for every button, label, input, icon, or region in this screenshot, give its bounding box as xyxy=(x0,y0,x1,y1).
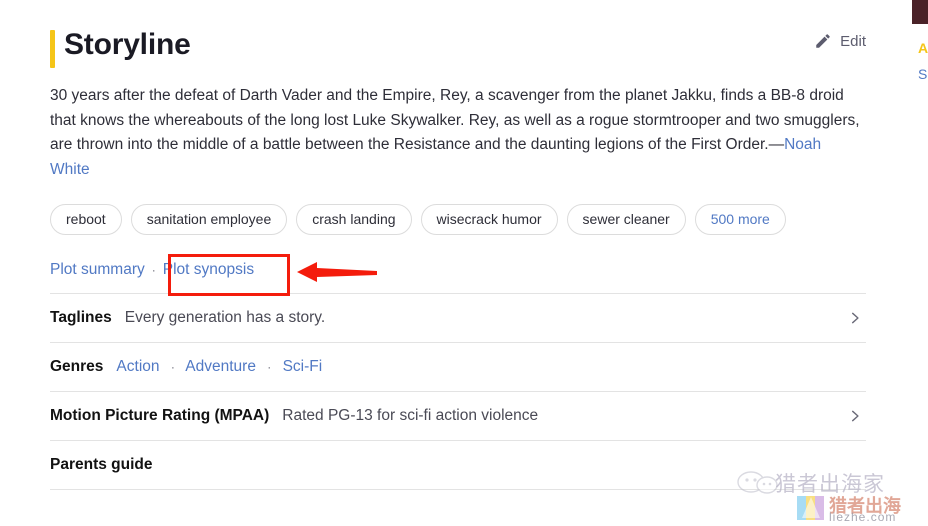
genre-link-adventure[interactable]: Adventure xyxy=(185,358,256,375)
plot-links-row: Plot summary · Plot synopsis xyxy=(50,257,866,283)
row-mpaa[interactable]: Motion Picture Rating (MPAA) Rated PG-13… xyxy=(50,392,866,440)
keyword-chip[interactable]: reboot xyxy=(50,204,122,235)
keyword-chip-list: reboot sanitation employee crash landing… xyxy=(50,204,866,235)
taglines-value: Every generation has a story. xyxy=(125,309,325,327)
keyword-chip-more[interactable]: 500 more xyxy=(695,204,786,235)
edit-label: Edit xyxy=(840,33,866,50)
mpaa-label: Motion Picture Rating (MPAA) xyxy=(50,407,269,425)
yellow-accent-bar xyxy=(50,30,55,68)
storyline-page: Storyline Edit 30 years after the defeat… xyxy=(0,0,928,525)
keyword-chip[interactable]: sanitation employee xyxy=(131,204,288,235)
parents-guide-label: Parents guide xyxy=(50,456,153,474)
chevron-right-icon[interactable] xyxy=(848,311,862,325)
pencil-icon xyxy=(814,32,832,50)
row-taglines[interactable]: Taglines Every generation has a story. xyxy=(50,294,866,342)
storyline-content: Storyline Edit 30 years after the defeat… xyxy=(50,0,866,490)
keyword-chip[interactable]: wisecrack humor xyxy=(421,204,558,235)
right-edge-strip: A S xyxy=(900,0,928,525)
genres-separator: · xyxy=(171,360,175,374)
thumbnail-sliver xyxy=(912,0,928,24)
genre-link-scifi[interactable]: Sci-Fi xyxy=(283,358,323,375)
strip-letter-a: A xyxy=(918,40,928,56)
plot-links-separator: · xyxy=(152,263,156,277)
storyline-paragraph: 30 years after the defeat of Darth Vader… xyxy=(50,84,862,182)
edit-button[interactable]: Edit xyxy=(814,32,866,50)
storyline-body: 30 years after the defeat of Darth Vader… xyxy=(50,87,860,153)
watermark-logo-icon xyxy=(797,494,825,521)
page-title: Storyline xyxy=(64,22,191,68)
row-genres: Genres Action · Adventure · Sci-Fi xyxy=(50,343,866,391)
taglines-label: Taglines xyxy=(50,309,112,327)
genres-separator: · xyxy=(267,360,271,374)
section-header: Storyline Edit xyxy=(50,22,866,84)
strip-letter-s: S xyxy=(918,66,927,82)
divider xyxy=(50,489,866,490)
keyword-chip[interactable]: crash landing xyxy=(296,204,411,235)
chevron-right-icon[interactable] xyxy=(848,409,862,423)
genres-label: Genres xyxy=(50,358,103,376)
genres-value: Action · Adventure · Sci-Fi xyxy=(116,358,322,376)
keyword-chip[interactable]: sewer cleaner xyxy=(567,204,686,235)
watermark-brand-text: 猎者出海 xyxy=(829,492,901,518)
plot-summary-link[interactable]: Plot summary xyxy=(50,261,145,279)
plot-synopsis-link[interactable]: Plot synopsis xyxy=(163,261,254,279)
row-parents-guide[interactable]: Parents guide xyxy=(50,441,866,489)
storyline-dash: — xyxy=(769,136,785,153)
genre-link-action[interactable]: Action xyxy=(116,358,159,375)
watermark-url-text: liezhe.com xyxy=(829,510,896,524)
mpaa-value: Rated PG-13 for sci-fi action violence xyxy=(282,407,538,425)
